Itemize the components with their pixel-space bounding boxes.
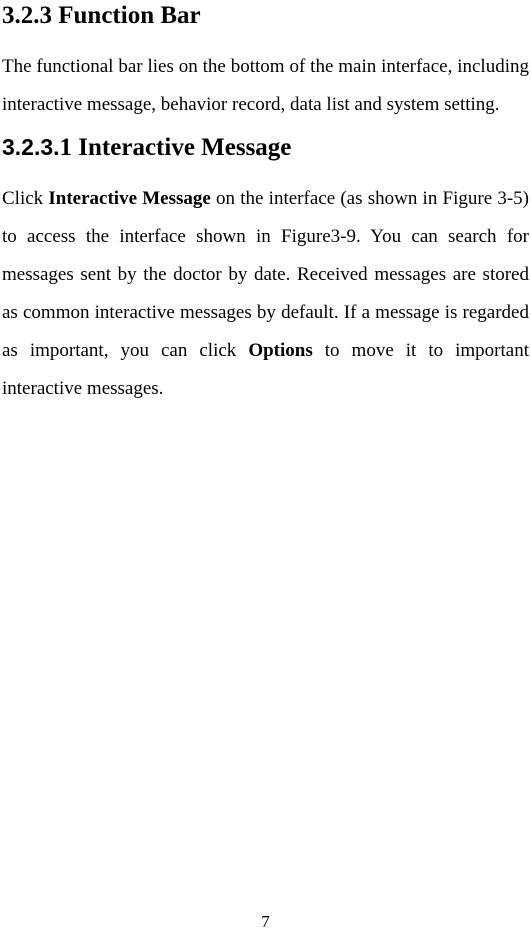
heading-rest: 1 Interactive Message <box>60 134 292 161</box>
paragraph-interactive-message: Click Interactive Message on the interfa… <box>2 180 529 408</box>
bold-options: Options <box>248 340 312 361</box>
section-heading-interactive-message: 3.2.3.1 Interactive Message <box>2 134 529 162</box>
page-number: 7 <box>0 912 531 932</box>
text-segment: on the interface (as shown in Figure 3-5… <box>2 188 529 361</box>
paragraph-function-bar: The functional bar lies on the bottom of… <box>2 48 529 124</box>
heading-prefix: 3.2.3. <box>2 134 60 160</box>
section-heading-function-bar: 3.2.3 Function Bar <box>2 2 529 30</box>
text-segment: Click <box>2 188 48 209</box>
bold-interactive-message: Interactive Message <box>48 188 210 209</box>
